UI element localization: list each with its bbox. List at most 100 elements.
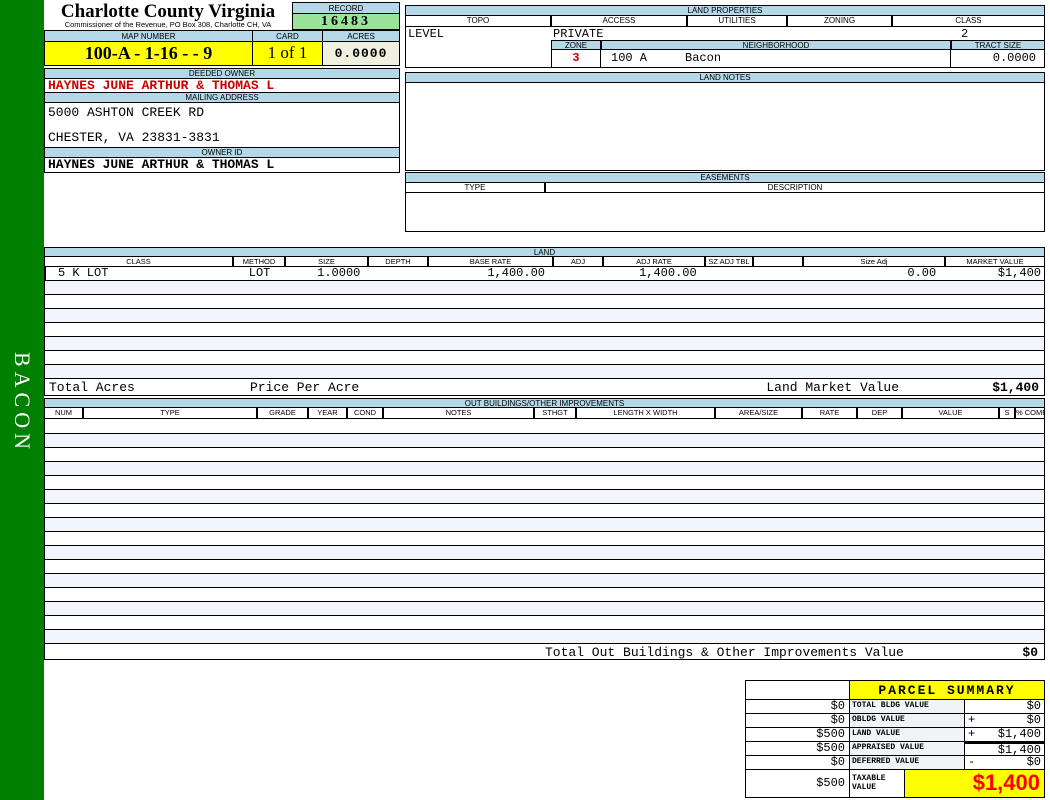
owner-id-value: HAYNES JUNE ARTHUR & THOMAS L [44,158,400,173]
col-market-value: MARKET VALUE [945,257,1045,267]
empty-row [45,475,1044,489]
land-sz-adj-tbl [705,267,753,280]
row-value-cell: + $0 [965,714,1045,728]
price-per-acre-label: Price Per Acre [250,380,360,395]
land-data-row: 5 K LOT LOT 1.0000 1,400.00 1,400.00 0.0… [44,267,1045,280]
out-buildings-columns: NUM TYPE GRADE YEAR COND NOTES STHGT LEN… [44,408,1045,419]
map-number-value: 100-A - 1-16 - - 9 [44,42,253,66]
class-value: 2 [961,27,969,41]
total-acres-label: Total Acres [49,380,135,395]
zone-label: ZONE [551,40,601,50]
empty-row [45,545,1044,559]
col-s: S [999,408,1015,419]
land-market-value-label: Land Market Value [766,380,899,395]
land-depth [368,267,428,280]
land-properties-values: LEVEL PRIVATE 2 [405,27,1045,41]
out-buildings-totals-row: Total Out Buildings & Other Improvements… [44,643,1045,660]
parcel-record-card: BACON Charlotte County Virginia Commissi… [0,0,1050,800]
blank-cell [745,680,850,700]
col-type: TYPE [83,408,257,419]
deeded-owner-label: DEEDED OWNER [44,68,400,79]
col-access: ACCESS [551,16,687,27]
left-value: $500 [745,728,850,742]
easements-columns: TYPE DESCRIPTION [405,183,1045,193]
empty-row [45,629,1044,643]
taxable-value: $1,400 [905,770,1045,798]
neighborhood-value: 100 A Bacon [601,50,951,68]
land-properties-title: LAND PROPERTIES [405,5,1045,16]
left-value: $0 [745,756,850,770]
land-properties-columns: TOPO ACCESS UTILITIES ZONING CLASS [405,16,1045,27]
summary-row-obldg: $0 OBLDG VALUE + $0 [745,714,1045,728]
empty-row [45,322,1044,336]
empty-row [45,615,1044,629]
land-market-value-total: $1,400 [992,380,1039,395]
row-value-cell: + $1,400 [965,728,1045,742]
land-market-value: $1,400 [997,267,1041,280]
col-class: CLASS [44,257,233,267]
neighborhood-name: Bacon [685,51,722,65]
empty-row [45,350,1044,364]
empty-row [45,503,1044,517]
col-adj: ADJ [553,257,603,267]
col-class: CLASS [892,16,1045,27]
land-columns: CLASS METHOD SIZE DEPTH BASE RATE ADJ AD… [44,257,1045,267]
zone-neighborhood-values: 3 100 A Bacon 0.0000 [551,50,1045,68]
neighborhood-label: NEIGHBORHOOD [601,40,951,50]
col-cond: COND [347,408,383,419]
col-notes: NOTES [383,408,534,419]
row-value: $0 [1026,713,1041,727]
out-buildings-total-value: $0 [1022,645,1038,660]
map-card-acres-values: 100-A - 1-16 - - 9 1 of 1 0.0000 [44,42,400,66]
operator: + [968,713,976,727]
left-value: $0 [745,700,850,714]
topo-value: LEVEL [408,27,445,41]
operator: + [968,727,976,741]
empty-row [45,308,1044,322]
out-buildings-empty-rows [44,419,1045,643]
easements-box [405,193,1045,232]
col-grade: GRADE [257,408,308,419]
col-pct-comp: % COMP [1015,408,1045,419]
row-value-cell: - $0 [965,756,1045,770]
county-subtitle: Commissioner of the Revenue, PO Box 308,… [64,20,272,29]
divider [405,67,1045,68]
row-value-cell: $0 [965,700,1045,714]
col-blank [753,257,803,267]
empty-row [45,364,1044,378]
col-dep: DEP [857,408,902,419]
record-label: RECORD [292,2,400,14]
tract-size-label: TRACT SIZE [951,40,1045,50]
row-label: TOTAL BLDG VALUE [850,700,965,714]
address-line-1: 5000 ASHTON CREEK RD [48,105,205,120]
empty-row [45,461,1044,475]
summary-row-deferred: $0 DEFERRED VALUE - $0 [745,756,1045,770]
land-totals-row: Total Acres Price Per Acre Land Market V… [44,378,1045,396]
col-adj-rate: ADJ RATE [603,257,705,267]
col-topo: TOPO [405,16,551,27]
empty-row [45,280,1044,294]
owner-id-label: OWNER ID [44,147,400,158]
out-buildings-title: OUT BUILDINGS/OTHER IMPROVEMENTS [44,398,1045,408]
col-zoning: ZONING [787,16,892,27]
land-method: LOT [248,267,271,280]
summary-row-taxable: $500 TAXABLE VALUE $1,400 [745,770,1045,798]
col-size: SIZE [285,257,368,267]
parcel-summary: PARCEL SUMMARY $0 TOTAL BLDG VALUE $0 $0… [745,680,1045,798]
county-header: Charlotte County Virginia Commissioner o… [44,2,292,30]
land-base-rate: 1,400.00 [487,267,545,280]
out-buildings-total-label: Total Out Buildings & Other Improvements… [545,645,904,660]
map-card-acres-header: MAP NUMBER CARD ACRES [44,30,400,42]
taxable-value-label: TAXABLE VALUE [850,770,905,798]
col-easement-description: DESCRIPTION [545,183,1045,193]
land-adj-rate: 1,400.00 [639,267,697,280]
record-value: 16483 [292,14,400,30]
empty-row [45,517,1044,531]
deeded-owner-value: HAYNES JUNE ARTHUR & THOMAS L [44,79,400,92]
land-class: 5 K LOT [45,267,234,280]
col-sthgt: STHGT [534,408,576,419]
neighborhood-sidebar: BACON [0,0,44,800]
row-value: $1,400 [997,727,1041,741]
access-value: PRIVATE [553,27,604,41]
empty-row [45,573,1044,587]
